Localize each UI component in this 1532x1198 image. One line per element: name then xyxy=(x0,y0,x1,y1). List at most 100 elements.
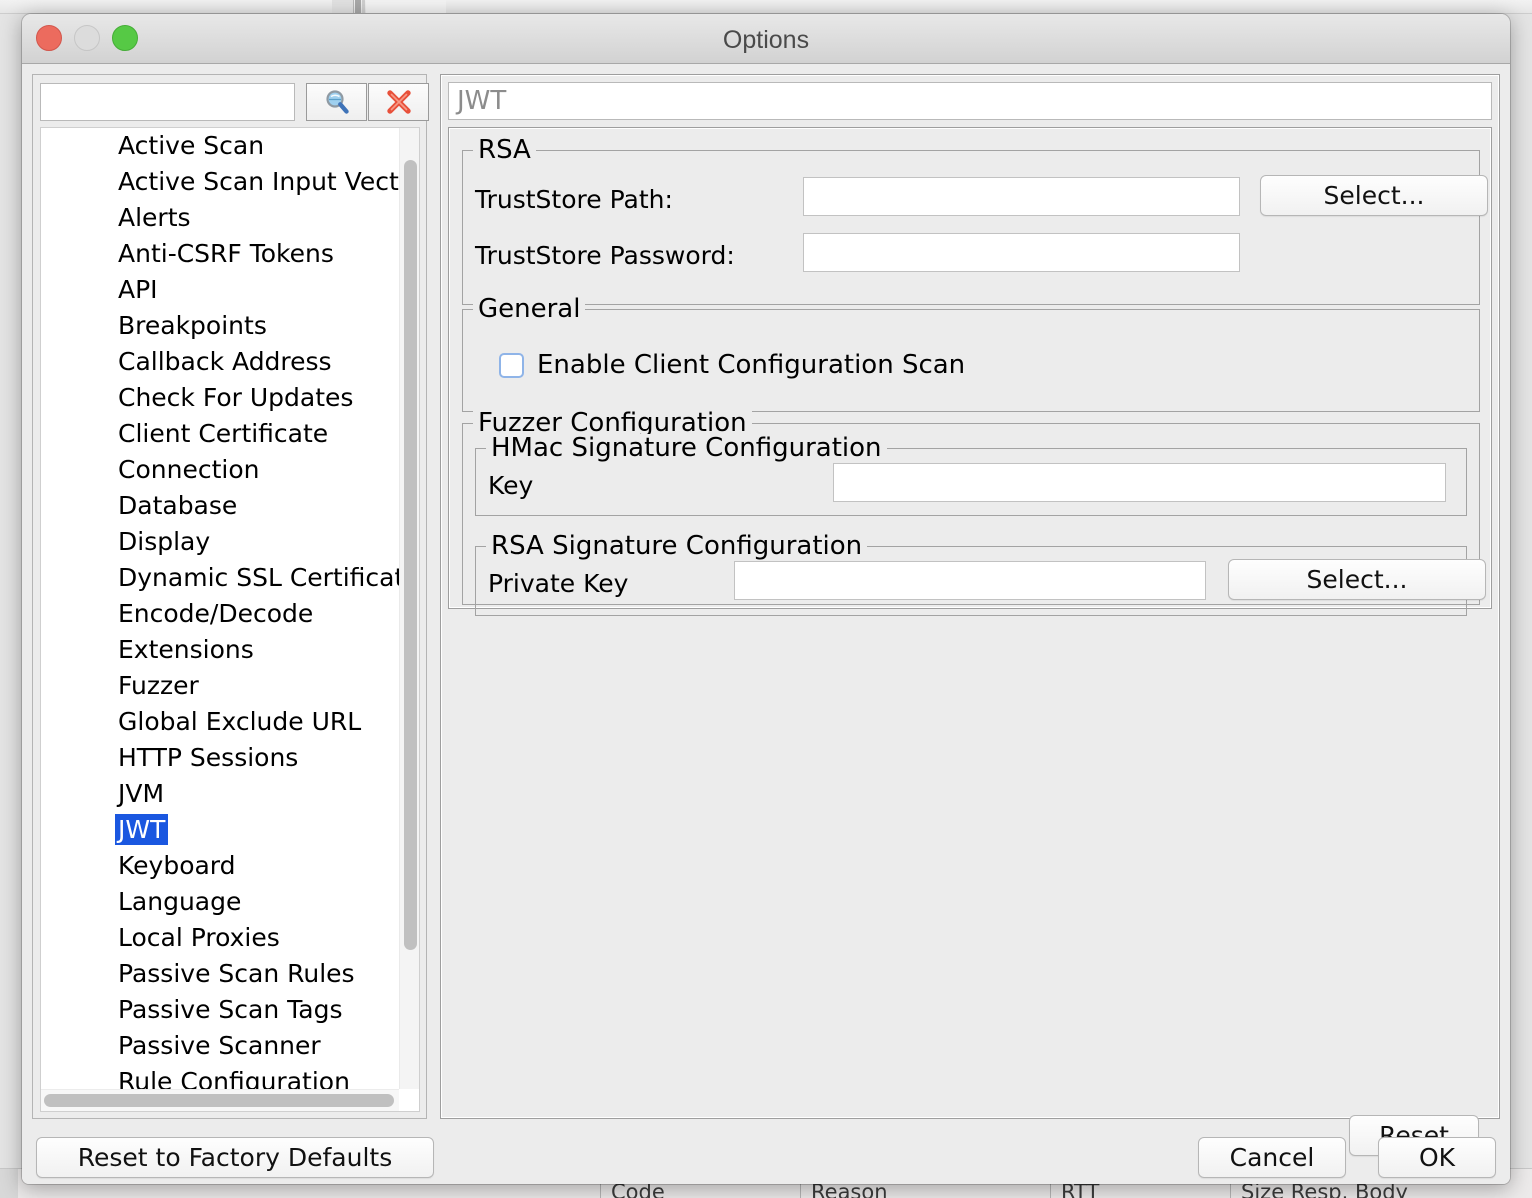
dialog-footer: Reset to Factory Defaults Cancel OK xyxy=(22,1127,1510,1184)
sidebar-item-label: Active Scan xyxy=(118,131,265,160)
sidebar-item-label: API xyxy=(118,275,158,304)
enable-client-configuration-scan-checkbox[interactable]: Enable Client Configuration Scan xyxy=(499,350,965,380)
sidebar-item-label: Extensions xyxy=(118,635,254,664)
enable-client-configuration-scan-label: Enable Client Configuration Scan xyxy=(537,350,966,380)
cancel-button[interactable]: Cancel xyxy=(1198,1137,1346,1178)
sidebar-item-active-scan[interactable]: Active Scan xyxy=(41,128,401,164)
options-dialog: Options Active Scan Active Scan Input Ve… xyxy=(22,14,1510,1184)
search-input[interactable] xyxy=(40,83,295,121)
sidebar-item-language[interactable]: Language xyxy=(41,884,401,920)
background-left-edge xyxy=(0,1169,18,1198)
sidebar-item-label: Dynamic SSL Certificates xyxy=(118,563,401,592)
sidebar-item-label: Callback Address xyxy=(118,347,332,376)
sidebar-item-label: Display xyxy=(118,527,211,556)
background-tab-fragment-2 xyxy=(355,0,361,13)
hmac-key-label: Key xyxy=(488,471,534,500)
sidebar-item-connection[interactable]: Connection xyxy=(41,452,401,488)
sidebar-item-encode-decode[interactable]: Encode/Decode xyxy=(41,596,401,632)
truststore-path-select-button[interactable]: Select... xyxy=(1260,175,1488,216)
sidebar-item-label: Anti-CSRF Tokens xyxy=(118,239,334,268)
rsa-group-title: RSA xyxy=(473,136,536,164)
hmac-signature-configuration-group: HMac Signature Configuration Key xyxy=(475,434,1467,516)
reset-to-factory-defaults-button[interactable]: Reset to Factory Defaults xyxy=(36,1137,434,1178)
hmac-signature-configuration-group-title: HMac Signature Configuration xyxy=(486,434,887,462)
rsa-signature-configuration-group: RSA Signature Configuration Private Key … xyxy=(475,532,1486,616)
sidebar-item-label: Local Proxies xyxy=(118,923,280,952)
private-key-label: Private Key xyxy=(488,569,629,598)
sidebar-item-label: Client Certificate xyxy=(118,419,329,448)
sidebar-item-passive-scanner[interactable]: Passive Scanner xyxy=(41,1028,401,1064)
rsa-group: RSA TrustStore Path: Select... TrustStor… xyxy=(462,136,1488,305)
sidebar-item-label: Passive Scan Tags xyxy=(118,995,343,1024)
sidebar-item-global-exclude-url[interactable]: Global Exclude URL xyxy=(41,704,401,740)
sidebar-item-label: JVM xyxy=(118,779,165,808)
sidebar-item-local-proxies[interactable]: Local Proxies xyxy=(41,920,401,956)
page-title: JWT xyxy=(448,82,1492,120)
sidebar-item-passive-scan-tags[interactable]: Passive Scan Tags xyxy=(41,992,401,1028)
sidebar-item-label: Encode/Decode xyxy=(118,599,314,628)
sidebar-item-label: Passive Scanner xyxy=(118,1031,321,1060)
sidebar-item-label: Database xyxy=(118,491,238,520)
sidebar-item-label: Language xyxy=(118,887,242,916)
sidebar-item-passive-scan-rules[interactable]: Passive Scan Rules xyxy=(41,956,401,992)
sidebar-item-label: JWT xyxy=(115,814,169,845)
sidebar-item-active-scan-input-vectors[interactable]: Active Scan Input Vectors xyxy=(41,164,401,200)
fuzzer-configuration-group: Fuzzer Configuration HMac Signature Conf… xyxy=(462,409,1486,616)
sidebar-item-label: Check For Updates xyxy=(118,383,354,412)
scrollbar-thumb[interactable] xyxy=(404,160,417,950)
truststore-path-input[interactable] xyxy=(803,177,1240,216)
scrollbar-thumb[interactable] xyxy=(44,1094,394,1107)
checkbox-box[interactable] xyxy=(499,352,524,378)
sidebar-item-label: Fuzzer xyxy=(118,671,199,700)
sidebar-item-label: Active Scan Input Vectors xyxy=(118,167,401,196)
sidebar-item-jwt[interactable]: JWT xyxy=(41,812,401,848)
sidebar-item-rule-configuration[interactable]: Rule Configuration xyxy=(41,1064,401,1091)
sidebar-item-api[interactable]: API xyxy=(41,272,401,308)
sidebar-item-fuzzer[interactable]: Fuzzer xyxy=(41,668,401,704)
clear-search-button[interactable] xyxy=(368,83,429,121)
categories-list-container: Active Scan Active Scan Input Vectors Al… xyxy=(40,127,420,1112)
sidebar-item-label: Alerts xyxy=(118,203,191,232)
sidebar-item-anti-csrf-tokens[interactable]: Anti-CSRF Tokens xyxy=(41,236,401,272)
sidebar-item-http-sessions[interactable]: HTTP Sessions xyxy=(41,740,401,776)
sidebar-item-alerts[interactable]: Alerts xyxy=(41,200,401,236)
scrollbar-corner xyxy=(399,1089,419,1111)
options-detail-pane: JWT RSA TrustStore Path: Select... Trust… xyxy=(440,74,1500,1156)
sidebar-item-label: Global Exclude URL xyxy=(118,707,362,736)
background-tab-fragment-3 xyxy=(362,0,365,13)
sidebar-item-client-certificate[interactable]: Client Certificate xyxy=(41,416,401,452)
sidebar-item-label: Connection xyxy=(118,455,260,484)
search-row xyxy=(40,83,429,121)
rsa-signature-configuration-group-title: RSA Signature Configuration xyxy=(486,532,868,560)
private-key-input[interactable] xyxy=(734,561,1206,600)
ok-button[interactable]: OK xyxy=(1378,1137,1496,1178)
background-toolbar-strip xyxy=(0,0,1532,14)
sidebar-item-dynamic-ssl-certificates[interactable]: Dynamic SSL Certificates xyxy=(41,560,401,596)
private-key-select-button[interactable]: Select... xyxy=(1228,559,1486,600)
categories-vertical-scrollbar[interactable] xyxy=(399,128,419,1091)
sidebar-item-keyboard[interactable]: Keyboard xyxy=(41,848,401,884)
options-categories-pane: Active Scan Active Scan Input Vectors Al… xyxy=(32,74,429,1119)
categories-horizontal-scrollbar[interactable] xyxy=(41,1089,401,1111)
sidebar-item-label: Breakpoints xyxy=(118,311,267,340)
truststore-path-label: TrustStore Path: xyxy=(475,185,673,214)
hmac-key-input[interactable] xyxy=(833,463,1446,502)
jwt-settings-container: RSA TrustStore Path: Select... TrustStor… xyxy=(448,127,1492,616)
sidebar-item-check-for-updates[interactable]: Check For Updates xyxy=(41,380,401,416)
search-button[interactable] xyxy=(306,83,367,121)
categories-list[interactable]: Active Scan Active Scan Input Vectors Al… xyxy=(41,128,401,1091)
general-group: General Enable Client Configuration Scan xyxy=(462,295,1480,412)
truststore-password-input[interactable] xyxy=(803,233,1240,272)
sidebar-item-breakpoints[interactable]: Breakpoints xyxy=(41,308,401,344)
sidebar-item-callback-address[interactable]: Callback Address xyxy=(41,344,401,380)
background-tab-fragment-4 xyxy=(366,0,446,13)
close-icon xyxy=(386,90,411,114)
sidebar-item-extensions[interactable]: Extensions xyxy=(41,632,401,668)
sidebar-item-label: Rule Configuration xyxy=(118,1067,350,1091)
general-group-title: General xyxy=(473,295,586,323)
sidebar-item-label: HTTP Sessions xyxy=(118,743,299,772)
sidebar-item-display[interactable]: Display xyxy=(41,524,401,560)
sidebar-item-jvm[interactable]: JVM xyxy=(41,776,401,812)
dialog-body: Active Scan Active Scan Input Vectors Al… xyxy=(22,64,1510,1184)
sidebar-item-database[interactable]: Database xyxy=(41,488,401,524)
